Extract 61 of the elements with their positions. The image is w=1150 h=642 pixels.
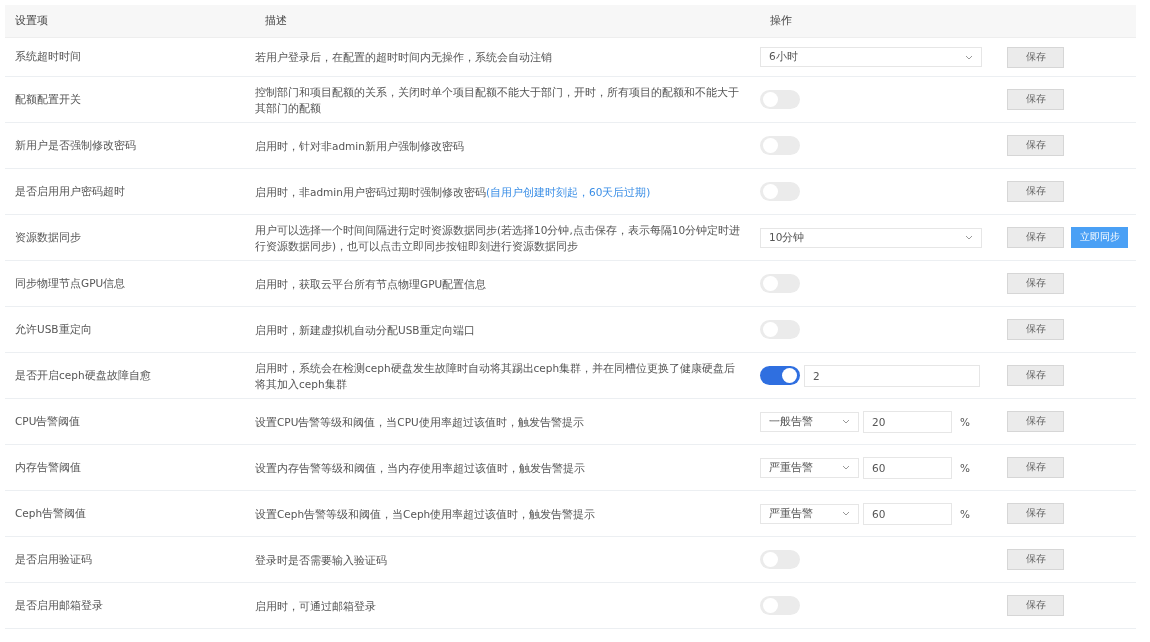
setting-name: 资源数据同步 [14, 230, 82, 245]
sync-button[interactable]: 立即同步 [1071, 227, 1128, 248]
caret-icon [965, 235, 973, 240]
save-button[interactable]: 保存 [1007, 457, 1064, 478]
save-button[interactable]: 保存 [1007, 411, 1064, 432]
setting-name: 同步物理节点GPU信息 [14, 276, 127, 291]
dropdown[interactable]: 严重告警 [760, 503, 859, 524]
save-button[interactable]: 保存 [1007, 89, 1064, 110]
setting-description: 控制部门和项目配额的关系，关闭时单个项目配额不能大于部门，开时，所有项目的配额和不能大于其部门的配额 [255, 84, 740, 116]
save-button[interactable]: 保存 [1007, 227, 1064, 248]
setting-name: 系统超时时间 [14, 50, 82, 64]
setting-name: 配额配置开关 [14, 92, 82, 107]
setting-name: Ceph告警阈值 [14, 506, 88, 521]
setting-name: 允许USB重定向 [14, 322, 93, 337]
dropdown[interactable]: 10分钟 [760, 227, 982, 248]
unit-label: % [960, 415, 970, 428]
setting-description: 启用时，针对非admin新用户强制修改密码 [255, 138, 465, 154]
save-button[interactable]: 保存 [1007, 595, 1064, 616]
setting-description: 启用时，获取云平台所有节点物理GPU配置信息 [255, 276, 488, 292]
unit-label: % [960, 461, 970, 474]
setting-description: 设置内存告警等级和阈值，当内存使用率超过该值时，触发告警提示 [255, 460, 586, 476]
column-header: 操作 [769, 14, 793, 28]
input-field[interactable]: 20 [863, 410, 952, 433]
setting-name: 是否启用用户密码超时 [14, 184, 126, 199]
setting-description: 用户可以选择一个时间间隔进行定时资源数据同步(若选择10分钟,点击保存，表示每隔10分钟定时进行资源数据同步)，也可以点击立即同步按钮即刻进行资源数据同步 [255, 222, 742, 254]
setting-name: 是否启用邮箱登录 [14, 598, 104, 613]
column-header: 设置项 [14, 14, 49, 28]
save-button[interactable]: 保存 [1007, 181, 1064, 202]
setting-description: 启用时，系统会在检测ceph硬盘发生故障时自动将其踢出ceph集群，并在同槽位更换了健康硬盘后将其加入ceph集群 [255, 360, 737, 392]
input-field[interactable]: 60 [863, 456, 952, 479]
setting-name: 是否开启ceph硬盘故障自愈 [14, 368, 152, 383]
dropdown[interactable]: 一般告警 [760, 411, 859, 432]
column-header: 描述 [264, 14, 288, 28]
save-button[interactable]: 保存 [1007, 273, 1064, 294]
toggle-switch[interactable] [760, 366, 800, 385]
save-button[interactable]: 保存 [1007, 46, 1064, 68]
save-button[interactable]: 保存 [1007, 549, 1064, 570]
setting-name: 是否启用验证码 [14, 552, 93, 567]
dropdown[interactable]: 严重告警 [760, 457, 859, 478]
setting-description: 设置Ceph告警等级和阈值，当Ceph使用率超过该值时，触发告警提示 [255, 506, 597, 522]
setting-description: 启用时，可通过邮箱登录 [255, 598, 377, 614]
setting-description: 若用户登录后，在配置的超时时间内无操作，系统会自动注销 [255, 50, 553, 65]
save-button[interactable]: 保存 [1007, 135, 1064, 156]
caret-icon [842, 419, 850, 424]
save-button[interactable]: 保存 [1007, 319, 1064, 340]
caret-icon [842, 511, 850, 516]
setting-description: 设置CPU告警等级和阈值，当CPU使用率超过该值时，触发告警提示 [255, 414, 585, 430]
dropdown[interactable]: 6小时 [760, 47, 982, 67]
setting-description: 启用时，新建虚拟机自动分配USB重定向端口 [255, 322, 476, 338]
input-field[interactable]: 2 [804, 364, 980, 387]
unit-label: % [960, 507, 970, 520]
save-button[interactable]: 保存 [1007, 503, 1064, 524]
save-button[interactable]: 保存 [1007, 365, 1064, 386]
caret-icon [965, 54, 973, 60]
caret-icon [842, 465, 850, 470]
input-field[interactable]: 60 [863, 502, 952, 525]
setting-name: CPU告警阈值 [14, 414, 82, 429]
setting-name: 内存告警阈值 [14, 460, 82, 475]
setting-name: 新用户是否强制修改密码 [14, 138, 137, 153]
setting-description: 登录时是否需要输入验证码 [255, 552, 388, 568]
setting-description: 启用时，非admin用户密码过期时强制修改密码(自用户创建时刻起，60天后过期) [255, 184, 652, 200]
